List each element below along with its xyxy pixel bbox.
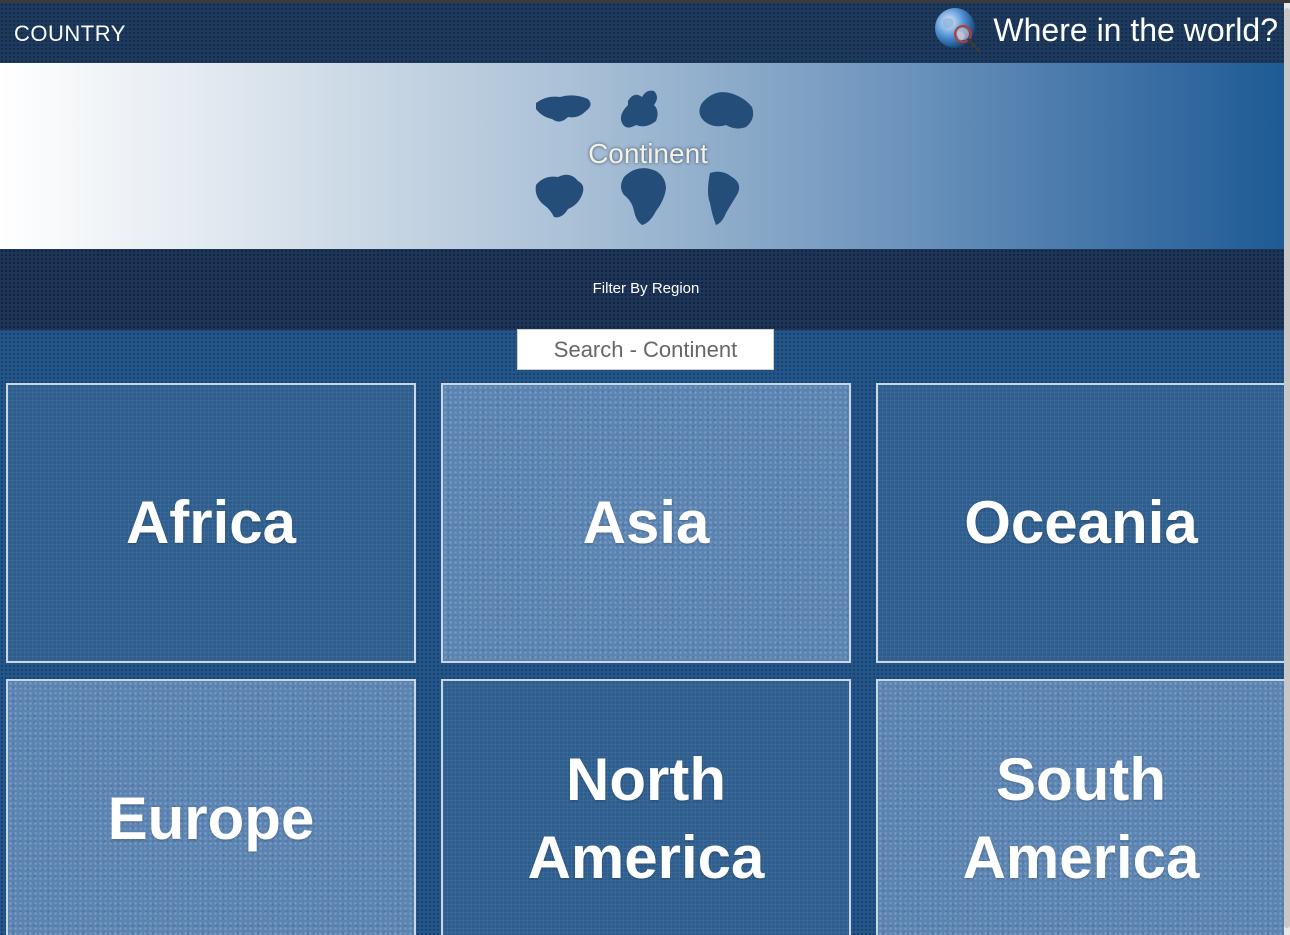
continent-card-north-america[interactable]: North America [441, 679, 851, 935]
site-title: Where in the world? [993, 12, 1278, 48]
continent-label: Oceania [964, 489, 1198, 556]
header: COUNTRY Where in the world? [0, 3, 1284, 63]
continent-label: Europe [107, 785, 315, 852]
continent-label: Africa [125, 489, 297, 556]
filter-label: Filter By Region [592, 280, 700, 297]
continent-label: North America [527, 746, 765, 891]
filter-bar: Filter By Region [0, 249, 1284, 330]
search-input[interactable] [517, 329, 774, 370]
scrollbar-track[interactable] [1284, 3, 1290, 935]
page: COUNTRY Where in the world? Continent Fi… [0, 0, 1290, 935]
continent-card-europe[interactable]: Europe [6, 679, 416, 935]
continent-card-africa[interactable]: Africa [6, 383, 416, 663]
banner-title: Continent [588, 138, 708, 169]
continent-card-asia[interactable]: Asia [441, 383, 851, 663]
brand-link[interactable]: COUNTRY [14, 21, 126, 47]
continent-card-oceania[interactable]: Oceania [876, 383, 1286, 663]
scrollbar-thumb[interactable] [1284, 8, 1290, 928]
globe-magnifier-icon [935, 7, 981, 52]
site-title-group: Where in the world? [933, 3, 1278, 58]
continent-label: Asia [582, 489, 710, 556]
continent-card-south-america[interactable]: South America [876, 679, 1286, 935]
continent-label: South America [962, 746, 1200, 891]
